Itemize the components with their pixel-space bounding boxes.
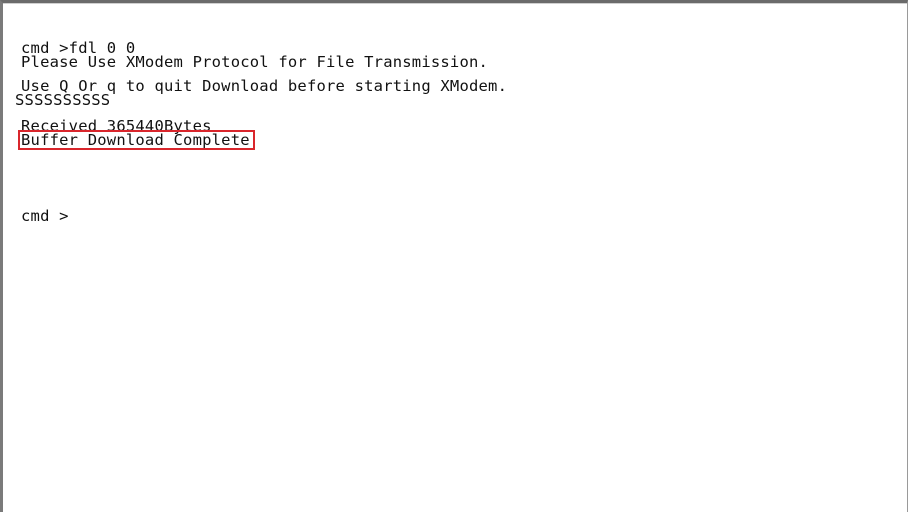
command-prompt[interactable]: cmd > xyxy=(21,208,881,224)
download-complete-line: Buffer Download Complete xyxy=(18,130,881,150)
terminal-window: cmd >fdl 0 0 Please Use XModem Protocol … xyxy=(0,0,908,512)
protocol-notice-line: Please Use XModem Protocol for File Tran… xyxy=(21,53,489,71)
highlight-box: Buffer Download Complete xyxy=(18,130,255,150)
quit-notice-line: Use Q Or q to quit Download before start… xyxy=(21,77,508,95)
terminal-output[interactable]: cmd >fdl 0 0 Please Use XModem Protocol … xyxy=(15,40,881,224)
progress-marks-line: SSSSSSSSSS xyxy=(15,91,111,109)
